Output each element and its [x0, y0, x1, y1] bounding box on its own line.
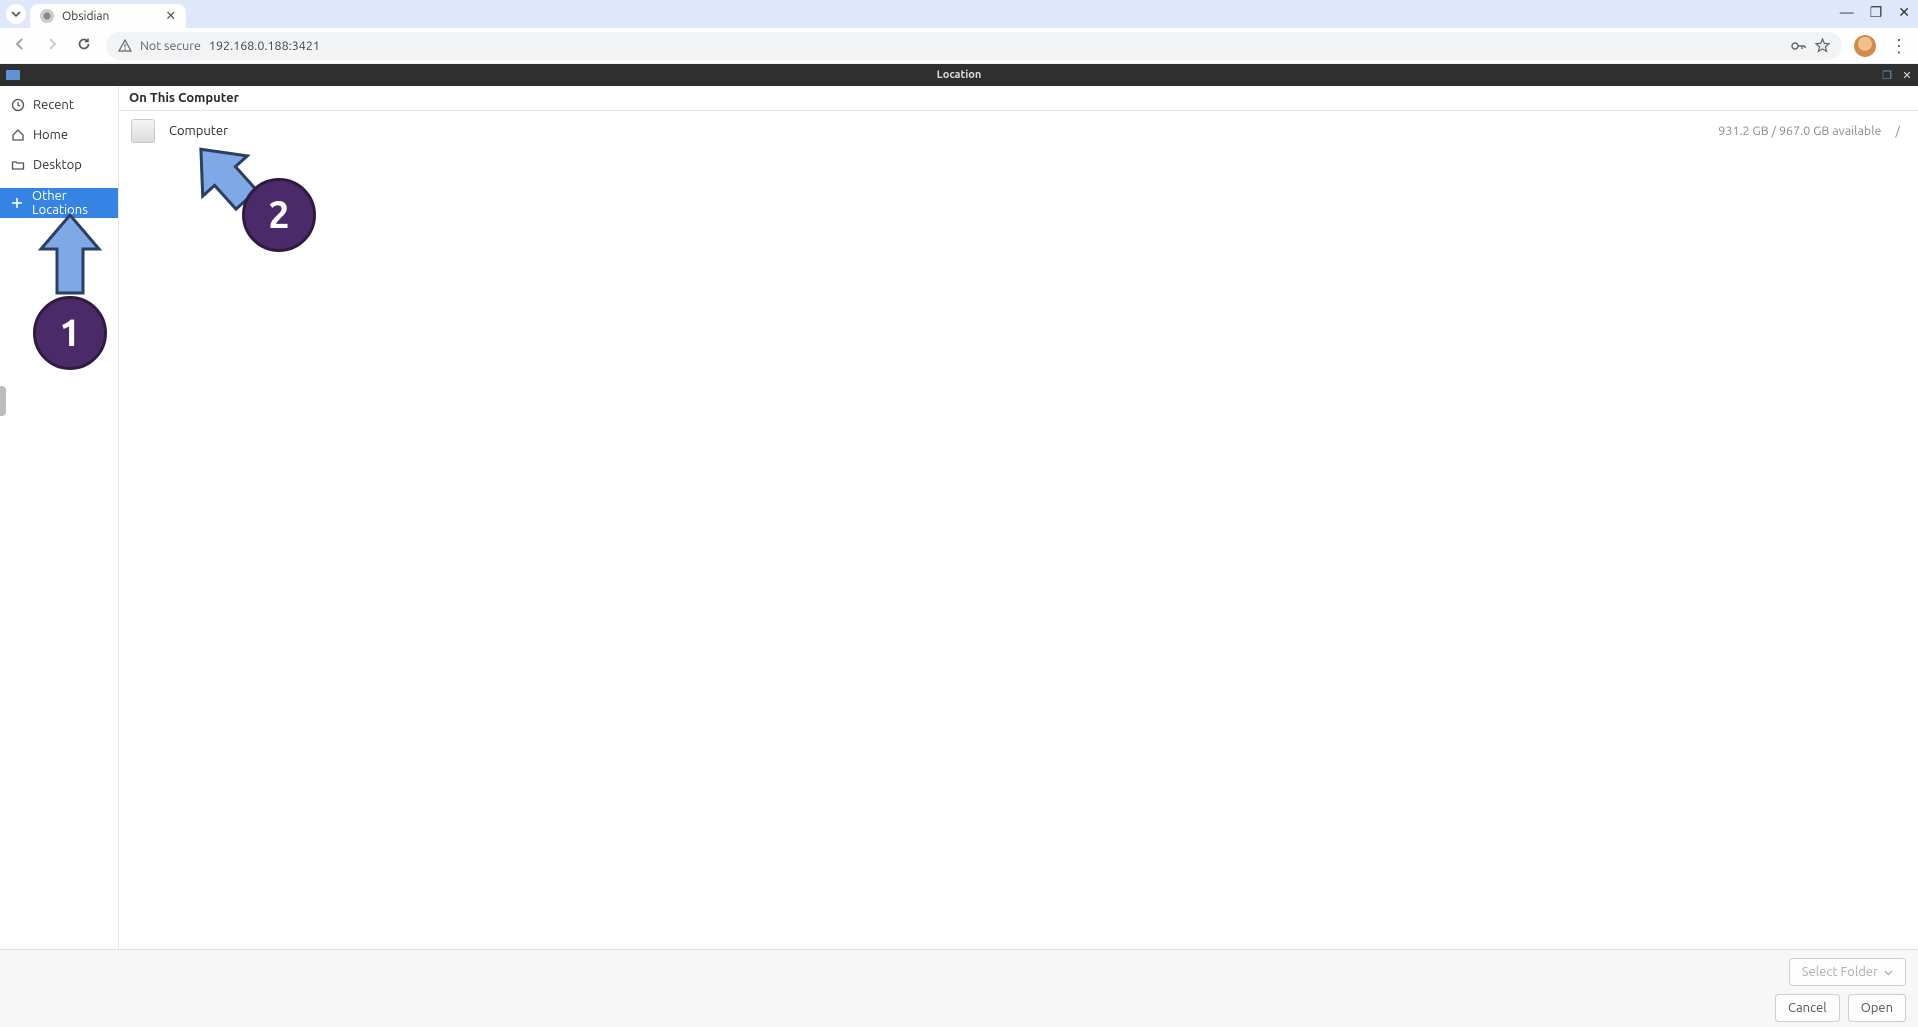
section-header: On This Computer	[119, 86, 1918, 111]
browser-tab[interactable]: Obsidian ✕	[30, 4, 186, 28]
device-mount: /	[1895, 124, 1900, 138]
folder-icon	[6, 70, 20, 80]
chevron-down-icon	[11, 9, 21, 19]
folder-icon	[10, 158, 25, 172]
restore-icon[interactable]: ❐	[1880, 69, 1894, 82]
sidebar-item-home[interactable]: Home	[0, 120, 118, 150]
device-name: Computer	[169, 124, 228, 138]
device-size: 931.2 GB / 967.0 GB available	[1718, 124, 1881, 138]
browser-tabbar: Obsidian ✕ — ❐ ✕	[0, 0, 1918, 28]
reload-icon	[76, 36, 92, 52]
harddrive-icon	[131, 119, 155, 143]
cancel-button[interactable]: Cancel	[1775, 994, 1840, 1022]
caret-down-icon	[1884, 968, 1893, 977]
back-button[interactable]	[10, 36, 30, 55]
tab-search-button[interactable]	[6, 4, 26, 24]
device-list: Computer 931.2 GB / 967.0 GB available /	[119, 111, 1918, 949]
open-button[interactable]: Open	[1848, 994, 1906, 1022]
reload-button[interactable]	[74, 36, 94, 55]
home-icon	[10, 128, 25, 142]
not-secure-label: Not secure	[140, 39, 201, 53]
warning-icon	[118, 39, 132, 53]
places-sidebar: Recent Home Desktop Other Locations	[0, 86, 119, 949]
gtk-window-controls: ❐ ✕	[1880, 69, 1914, 82]
tab-title: Obsidian	[62, 10, 109, 23]
window-controls: — ❐ ✕	[1840, 4, 1910, 21]
sidebar-item-label: Recent	[33, 98, 74, 112]
titlebar: Location ❐ ✕	[0, 64, 1918, 86]
browser-toolbar: Not secure 192.168.0.188:3421 ⋮	[0, 28, 1918, 64]
plus-icon	[10, 196, 24, 210]
password-key-icon[interactable]	[1791, 39, 1807, 53]
drag-handle[interactable]	[0, 386, 6, 416]
tab-favicon-icon	[40, 9, 54, 23]
sidebar-item-label: Other Locations	[32, 189, 108, 217]
window-title: Location	[937, 69, 982, 81]
file-chooser-window: Location ❐ ✕ Recent Home	[0, 64, 1918, 1027]
url-text: 192.168.0.188:3421	[209, 39, 320, 53]
sidebar-item-other-locations[interactable]: Other Locations	[0, 188, 118, 218]
sidebar-item-label: Desktop	[33, 158, 82, 172]
open-label: Open	[1861, 1001, 1893, 1015]
clock-icon	[10, 98, 25, 112]
device-row-computer[interactable]: Computer 931.2 GB / 967.0 GB available /	[119, 111, 1918, 151]
browser-chrome: Obsidian ✕ — ❐ ✕ Not secure 192.168.0.18…	[0, 0, 1918, 64]
window-close-icon[interactable]: ✕	[1898, 4, 1910, 21]
forward-button[interactable]	[42, 36, 62, 55]
sidebar-item-recent[interactable]: Recent	[0, 90, 118, 120]
main-pane: On This Computer Computer 931.2 GB / 967…	[119, 86, 1918, 949]
sidebar-item-desktop[interactable]: Desktop	[0, 150, 118, 180]
cancel-label: Cancel	[1788, 1001, 1827, 1015]
arrow-right-icon	[44, 36, 60, 52]
window-maximize-icon[interactable]: ❐	[1870, 4, 1883, 21]
select-folder-dropdown[interactable]: Select Folder	[1789, 958, 1906, 986]
close-icon[interactable]: ✕	[165, 9, 176, 24]
section-header-label: On This Computer	[129, 91, 239, 105]
dialog-footer: Select Folder Cancel Open	[0, 949, 1918, 1027]
close-icon[interactable]: ✕	[1900, 69, 1914, 82]
select-folder-label: Select Folder	[1802, 965, 1878, 979]
bookmark-star-icon[interactable]	[1815, 38, 1830, 53]
window-minimize-icon[interactable]: —	[1840, 4, 1854, 21]
profile-avatar[interactable]	[1854, 35, 1876, 57]
toolbar-right: ⋮	[1854, 35, 1908, 57]
address-bar[interactable]: Not secure 192.168.0.188:3421	[106, 32, 1842, 60]
sidebar-item-label: Home	[33, 128, 68, 142]
arrow-left-icon	[12, 36, 28, 52]
